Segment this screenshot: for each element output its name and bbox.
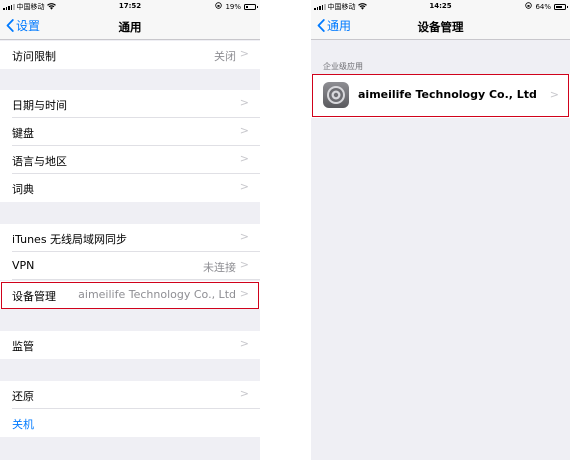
battery-percent: 19% (225, 2, 241, 11)
row-supervision[interactable]: 监管 > (0, 331, 260, 359)
chevron-right-icon: > (239, 180, 249, 193)
row-restrictions[interactable]: 访问限制 关闭 > (0, 41, 260, 69)
chevron-right-icon: > (239, 47, 249, 60)
app-developer-name: aimeilife Technology Co., Ltd (358, 88, 537, 101)
row-vpn[interactable]: VPN 未连接 > (0, 252, 260, 280)
chevron-right-icon: > (239, 124, 249, 137)
row-label: 语言与地区 (12, 155, 67, 168)
section-header: 企业级应用 (323, 62, 363, 71)
row-dictionary[interactable]: 词典 > (0, 174, 260, 202)
general-settings-screen: 中国移动 17:52 19% 设置 通用 访问限制 关闭 > 日期与时间 > 键… (0, 0, 260, 460)
chevron-right-icon: > (239, 230, 249, 243)
chevron-right-icon: > (239, 258, 249, 271)
status-bar: 中国移动 17:52 19% (0, 0, 260, 13)
orientation-lock-icon (215, 2, 223, 11)
row-label: 词典 (12, 183, 34, 196)
enterprise-app-row[interactable]: aimeilife Technology Co., Ltd > (311, 74, 570, 118)
chevron-right-icon: > (239, 287, 249, 300)
chevron-right-icon: > (239, 96, 249, 109)
row-language-region[interactable]: 语言与地区 > (0, 146, 260, 174)
row-label: 还原 (12, 390, 34, 403)
row-keyboard[interactable]: 键盘 > (0, 118, 260, 146)
row-label: iTunes 无线局域网同步 (12, 233, 128, 246)
row-reset[interactable]: 还原 > (0, 381, 260, 409)
page-title: 设备管理 (417, 20, 464, 34)
row-label: 设备管理 (12, 290, 56, 303)
row-label: 监管 (12, 340, 34, 353)
row-device-management[interactable]: 设备管理 aimeilife Technology Co., Ltd > (0, 281, 260, 309)
shutdown-label: 关机 (12, 418, 34, 431)
navigation-bar: 通用 设备管理 (311, 13, 570, 40)
chevron-right-icon: > (549, 88, 559, 101)
row-itunes-wifi-sync[interactable]: iTunes 无线局域网同步 > (0, 224, 260, 252)
page-title: 通用 (118, 20, 142, 34)
settings-gear-icon (323, 82, 349, 108)
battery-icon (244, 3, 258, 10)
device-management-screen: 中国移动 14:25 64% 通用 设备管理 企业级应用 aimeilife T… (311, 0, 570, 460)
row-label: VPN (12, 259, 35, 272)
row-label: 访问限制 (12, 50, 56, 63)
battery-icon (554, 3, 568, 10)
chevron-right-icon: > (239, 152, 249, 165)
row-shutdown[interactable]: 关机 (0, 409, 260, 437)
row-value: aimeilife Technology Co., Ltd (78, 288, 236, 301)
navigation-bar: 设置 通用 (0, 13, 260, 40)
row-label: 日期与时间 (12, 99, 67, 112)
row-label: 键盘 (12, 127, 34, 140)
chevron-right-icon: > (239, 387, 249, 400)
battery-percent: 64% (535, 2, 551, 11)
orientation-lock-icon (525, 2, 533, 11)
row-value: 未连接 (203, 261, 236, 274)
row-value: 关闭 (214, 50, 236, 63)
row-date-time[interactable]: 日期与时间 > (0, 90, 260, 118)
status-bar: 中国移动 14:25 64% (311, 0, 570, 13)
chevron-right-icon: > (239, 337, 249, 350)
